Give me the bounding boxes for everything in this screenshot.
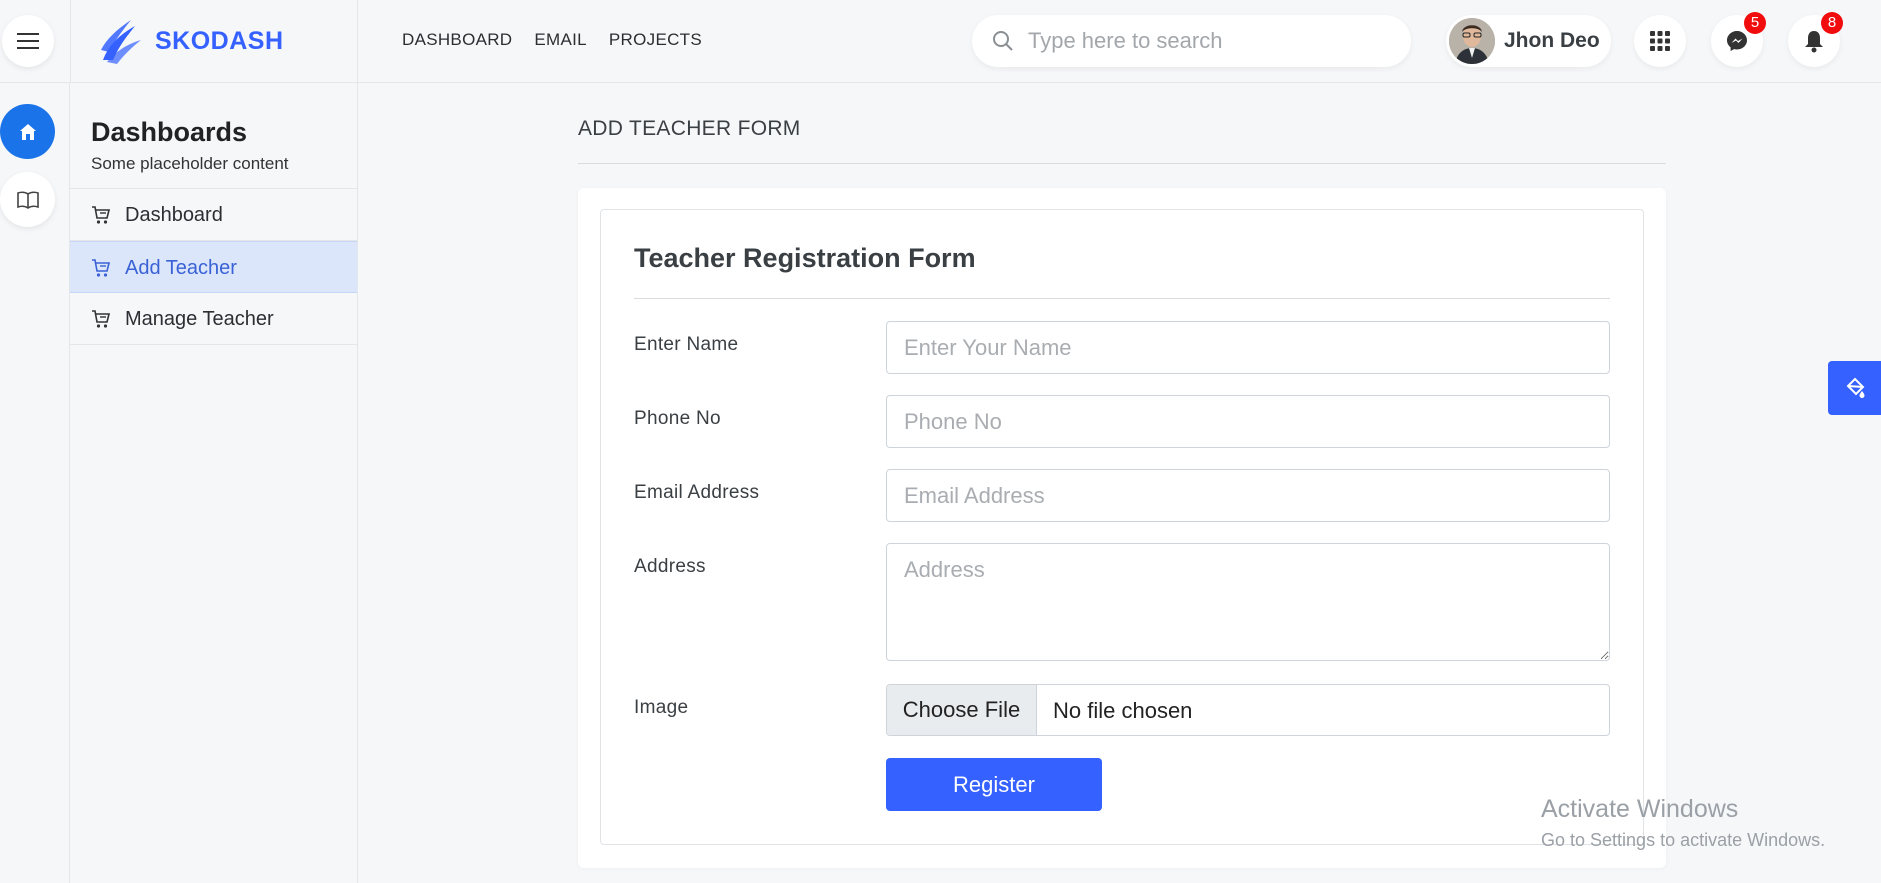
sidebar-item-manage-teacher[interactable]: Manage Teacher bbox=[70, 293, 357, 345]
paint-icon bbox=[1846, 377, 1864, 398]
file-status: No file chosen bbox=[1053, 698, 1193, 723]
cart-icon bbox=[92, 206, 111, 224]
sidebar-title: Dashboards bbox=[91, 117, 248, 147]
logo-icon bbox=[101, 20, 141, 64]
search-input[interactable] bbox=[1028, 25, 1388, 57]
cart-icon bbox=[92, 310, 111, 328]
email-label: Email Address bbox=[634, 482, 760, 503]
brand-name[interactable]: SKODASH bbox=[155, 27, 284, 56]
sidebar-menu: Dashboard Add Teacher Manage Teacher bbox=[70, 188, 357, 345]
cart-icon bbox=[92, 259, 111, 277]
nav-projects-link[interactable]: PROJECTS bbox=[609, 30, 702, 50]
os-activation-watermark: Activate Windows Go to Settings to activ… bbox=[1541, 795, 1825, 851]
messages-badge: 5 bbox=[1744, 12, 1766, 34]
sidebar-item-label: Dashboard bbox=[125, 204, 223, 226]
rail-home-button[interactable] bbox=[0, 104, 55, 159]
phone-label: Phone No bbox=[634, 408, 721, 429]
menu-toggle-button[interactable] bbox=[2, 15, 54, 67]
address-field[interactable] bbox=[886, 543, 1610, 661]
icon-rail bbox=[0, 83, 70, 883]
nav-email-link[interactable]: EMAIL bbox=[534, 30, 587, 50]
name-field[interactable] bbox=[886, 321, 1610, 374]
menu-icon bbox=[17, 33, 39, 49]
notifications-button[interactable]: 8 bbox=[1788, 12, 1843, 67]
book-icon bbox=[16, 191, 39, 209]
image-file-input[interactable]: Choose File No file chosen bbox=[886, 684, 1610, 736]
image-label: Image bbox=[634, 697, 689, 718]
divider bbox=[634, 298, 1610, 299]
nav-dashboard-link[interactable]: DASHBOARD bbox=[402, 30, 512, 50]
messages-button[interactable]: 5 bbox=[1711, 12, 1766, 67]
name-label: Enter Name bbox=[634, 334, 739, 355]
watermark-subtitle: Go to Settings to activate Windows. bbox=[1541, 830, 1826, 850]
sidebar: Dashboards Some placeholder content Dash… bbox=[70, 83, 358, 883]
theme-switcher-button[interactable] bbox=[1828, 361, 1881, 415]
address-label: Address bbox=[634, 556, 706, 577]
sidebar-item-label: Manage Teacher bbox=[125, 308, 274, 330]
sidebar-item-label: Add Teacher bbox=[125, 257, 237, 279]
brand-area: SKODASH bbox=[70, 0, 358, 83]
top-navigation: DASHBOARD EMAIL PROJECTS bbox=[402, 30, 702, 50]
home-icon bbox=[19, 123, 36, 140]
bell-icon bbox=[1805, 31, 1823, 53]
messenger-icon bbox=[1727, 31, 1747, 51]
notifications-badge: 8 bbox=[1821, 12, 1843, 34]
user-name: Jhon Deo bbox=[1504, 29, 1600, 52]
divider bbox=[578, 163, 1666, 164]
choose-file-button[interactable]: Choose File bbox=[887, 685, 1037, 735]
apps-grid-icon bbox=[1650, 31, 1670, 51]
form-title: Teacher Registration Form bbox=[634, 243, 976, 273]
avatar bbox=[1449, 18, 1495, 64]
top-header: SKODASH DASHBOARD EMAIL PROJECTS Jhon De… bbox=[0, 0, 1881, 83]
registration-form: Teacher Registration Form Enter Name Pho… bbox=[600, 209, 1644, 845]
sidebar-item-dashboard[interactable]: Dashboard bbox=[70, 189, 357, 241]
email-field[interactable] bbox=[886, 469, 1610, 522]
rail-docs-button[interactable] bbox=[0, 172, 55, 227]
search-icon bbox=[993, 31, 1013, 51]
sidebar-subtitle: Some placeholder content bbox=[91, 154, 289, 173]
page-title: ADD TEACHER FORM bbox=[578, 117, 801, 140]
user-profile-button[interactable]: Jhon Deo bbox=[1446, 15, 1611, 67]
phone-field[interactable] bbox=[886, 395, 1610, 448]
sidebar-item-add-teacher[interactable]: Add Teacher bbox=[70, 241, 357, 293]
watermark-title: Activate Windows bbox=[1541, 795, 1739, 823]
register-button[interactable]: Register bbox=[886, 758, 1102, 811]
apps-button[interactable] bbox=[1634, 15, 1686, 67]
form-card: Teacher Registration Form Enter Name Pho… bbox=[578, 188, 1666, 868]
search-bar bbox=[972, 15, 1411, 67]
